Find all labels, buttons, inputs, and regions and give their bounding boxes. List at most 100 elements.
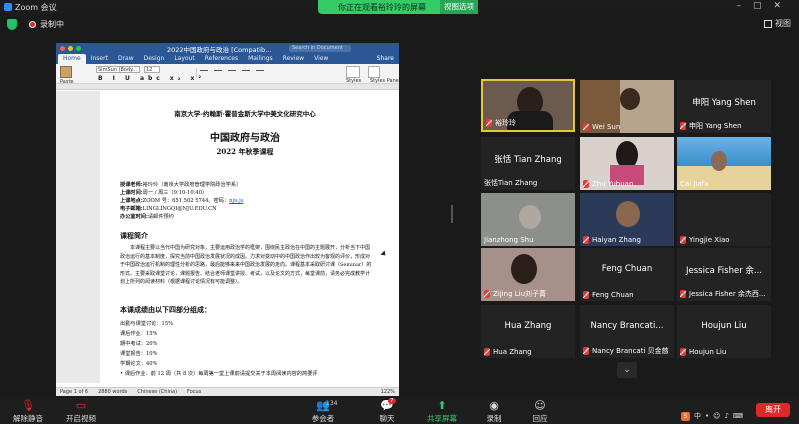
mouse-cursor-icon: [380, 250, 388, 258]
splitter-handle[interactable]: [451, 205, 453, 223]
ime-indicator[interactable]: S 中 • ☺ ♪ ⌨: [681, 411, 743, 421]
participant-tile[interactable]: Zhu Yuhuan: [580, 137, 674, 190]
doc-title: 中国政府与政治: [210, 133, 280, 144]
participants-count: 134: [326, 400, 338, 407]
reactions-button[interactable]: ☺ 回应: [526, 400, 554, 424]
window-controls[interactable]: –▢✕: [736, 1, 793, 11]
paragraph-controls: [196, 68, 286, 78]
muted-mic-icon: [486, 119, 492, 127]
participant-label: Feng Chuan: [592, 291, 634, 299]
muted-mic-icon: [680, 236, 686, 244]
participant-label: Hua Zhang: [493, 348, 532, 356]
course-info: 授课老师:裕玲玲（南京大学政府管理学院政治学系） 上课时间:周一 / 周三（9:…: [120, 182, 244, 220]
view-button[interactable]: 视图: [764, 18, 791, 29]
grade-item: 出勤与课堂讨论：15%: [120, 321, 174, 327]
unmute-button[interactable]: 🎙 解除静音: [8, 400, 48, 424]
muted-mic-icon: [583, 123, 589, 131]
sogou-ime-icon: S: [681, 411, 690, 421]
participant-label: Zijing Liu刘子菁: [493, 290, 547, 298]
share-screen-label: 共享屏幕: [427, 414, 457, 423]
participant-label: 申阳 Yang Shen: [689, 122, 742, 130]
participant-tile[interactable]: Feng Chuan Feng Chuan: [580, 248, 674, 301]
word-tab: Review: [282, 55, 305, 62]
styles-pane-icon: [368, 66, 380, 78]
ruler: [56, 84, 399, 90]
word-tab: Insert: [90, 55, 108, 62]
participant-tile[interactable]: Cai Jiafa: [677, 137, 771, 190]
participant-tile[interactable]: Wei Sun: [580, 80, 674, 133]
word-tab: Draw: [117, 55, 134, 62]
document-page: 南京大学-约翰斯·霍普金斯大学中美文化研究中心 中国政府与政治 2022 年秋季…: [102, 91, 388, 383]
word-search-input: Search in Document: [289, 45, 351, 52]
participant-tile[interactable]: Haiyan Zhang: [580, 193, 674, 246]
styles-label: Styles: [346, 78, 362, 84]
chat-label: 聊天: [379, 414, 395, 423]
share-screen-icon: ⬆: [437, 399, 447, 412]
view-label: 视图: [775, 19, 791, 28]
chat-button[interactable]: 💬 7 聊天: [372, 398, 402, 424]
muted-mic-icon: [583, 291, 589, 299]
start-video-button[interactable]: ▭ 开启视频: [60, 400, 102, 424]
paste-label: Paste: [60, 79, 74, 85]
ime-keyboard-icon: ⌨: [732, 412, 744, 420]
ime-punctuation-icon: •: [705, 412, 710, 420]
meeting-info-bar: 录制中: [0, 14, 799, 34]
mac-window-buttons: [60, 46, 81, 51]
word-tab: Home: [58, 54, 86, 64]
grade-item: 课堂报告：10%: [120, 351, 158, 357]
participant-tile[interactable]: 裕玲玲: [481, 79, 575, 132]
participant-label: Haiyan Zhang: [592, 236, 641, 244]
muted-mic-icon: [583, 180, 589, 188]
font-name-box: SimSun (Body...: [96, 66, 140, 73]
participant-tile[interactable]: 张恬 Tian Zhang 张恬Tian Zhang: [481, 137, 575, 190]
participant-tile[interactable]: Yingjie Xiao: [677, 193, 771, 246]
window-title: Zoom 会议: [15, 2, 57, 12]
participant-tile[interactable]: Hua Zhang Hua Zhang: [481, 305, 575, 358]
grade-item: • 课后作业：前 12 周（共 8 次）每周第一堂上课前请提交关于本周阅读内容的…: [120, 371, 318, 377]
reactions-label: 回应: [532, 414, 548, 423]
share-banner: 你正在观看裕玲玲的屏幕 视图选项: [318, 0, 478, 14]
document-name: 2022中国政府与政治 [Compatib...: [167, 45, 272, 54]
language: Chinese (China): [137, 389, 178, 395]
page-count: Page 1 of 6: [60, 389, 89, 395]
participants-button[interactable]: 👥 134 参会者: [306, 400, 340, 424]
participant-name: Houjun Liu: [701, 321, 747, 331]
word-tab: View: [314, 55, 329, 62]
chat-icon: 💬: [380, 399, 394, 412]
participant-tile[interactable]: Zijing Liu刘子菁: [481, 248, 575, 301]
doc-university: 南京大学-约翰斯·霍普金斯大学中美文化研究中心: [174, 110, 316, 118]
participant-label: Cai Jiafa: [680, 180, 709, 188]
next-page-chevron-icon[interactable]: ⌄: [617, 362, 637, 378]
ime-voice-icon: ♪: [724, 412, 729, 420]
ime-emoji-icon: ☺: [713, 412, 721, 420]
font-size-box: 12: [144, 66, 160, 73]
focus: Focus: [187, 389, 202, 395]
participant-name: 张恬 Tian Zhang: [494, 155, 562, 165]
muted-mic-icon: [583, 236, 589, 244]
word-ribbon: Paste SimSun (Body... 12 B I U abc x₂ x²…: [56, 64, 399, 85]
word-side-area: [56, 91, 100, 383]
video-off-icon: ▭: [75, 399, 87, 412]
leave-meeting-button[interactable]: 离开: [756, 403, 790, 417]
view-options-button[interactable]: 视图选项: [440, 0, 478, 14]
grade-item: 课后作业：15%: [120, 331, 158, 337]
participant-label: Zhu Yuhuan: [592, 180, 634, 188]
participant-tile[interactable]: Jessica Fisher 余... Jessica Fisher 余杰西..…: [677, 248, 771, 301]
participant-label: 张恬Tian Zhang: [484, 179, 538, 187]
participant-tile[interactable]: Nancy Brancati... Nancy Brancati 贝金慈: [580, 305, 674, 358]
grid-icon: [764, 19, 772, 28]
recording-status[interactable]: 录制中: [40, 19, 64, 30]
participant-tile[interactable]: 申阳 Yang Shen 申阳 Yang Shen: [677, 80, 771, 133]
record-button[interactable]: ◉ 录制: [480, 400, 508, 424]
share-screen-button[interactable]: ⬆ 共享屏幕: [424, 400, 460, 424]
grade-item: 学期论文：40%: [120, 361, 158, 367]
styles-pane-label: Styles Pane: [370, 78, 399, 84]
participant-tile[interactable]: Jianzhong Shu: [481, 193, 575, 246]
grade-list: 出勤与课堂讨论：15% 课后作业：15% 期中考试：20% 课堂报告：10% 学…: [120, 319, 318, 379]
muted-mic-icon: [484, 290, 490, 298]
participant-tile[interactable]: Houjun Liu Houjun Liu: [677, 305, 771, 358]
ime-mode: 中: [694, 412, 701, 420]
muted-mic-icon: [680, 290, 686, 298]
security-shield-icon[interactable]: [7, 18, 17, 30]
word-title-bar: 2022中国政府与政治 [Compatib... Search in Docum…: [56, 43, 399, 54]
